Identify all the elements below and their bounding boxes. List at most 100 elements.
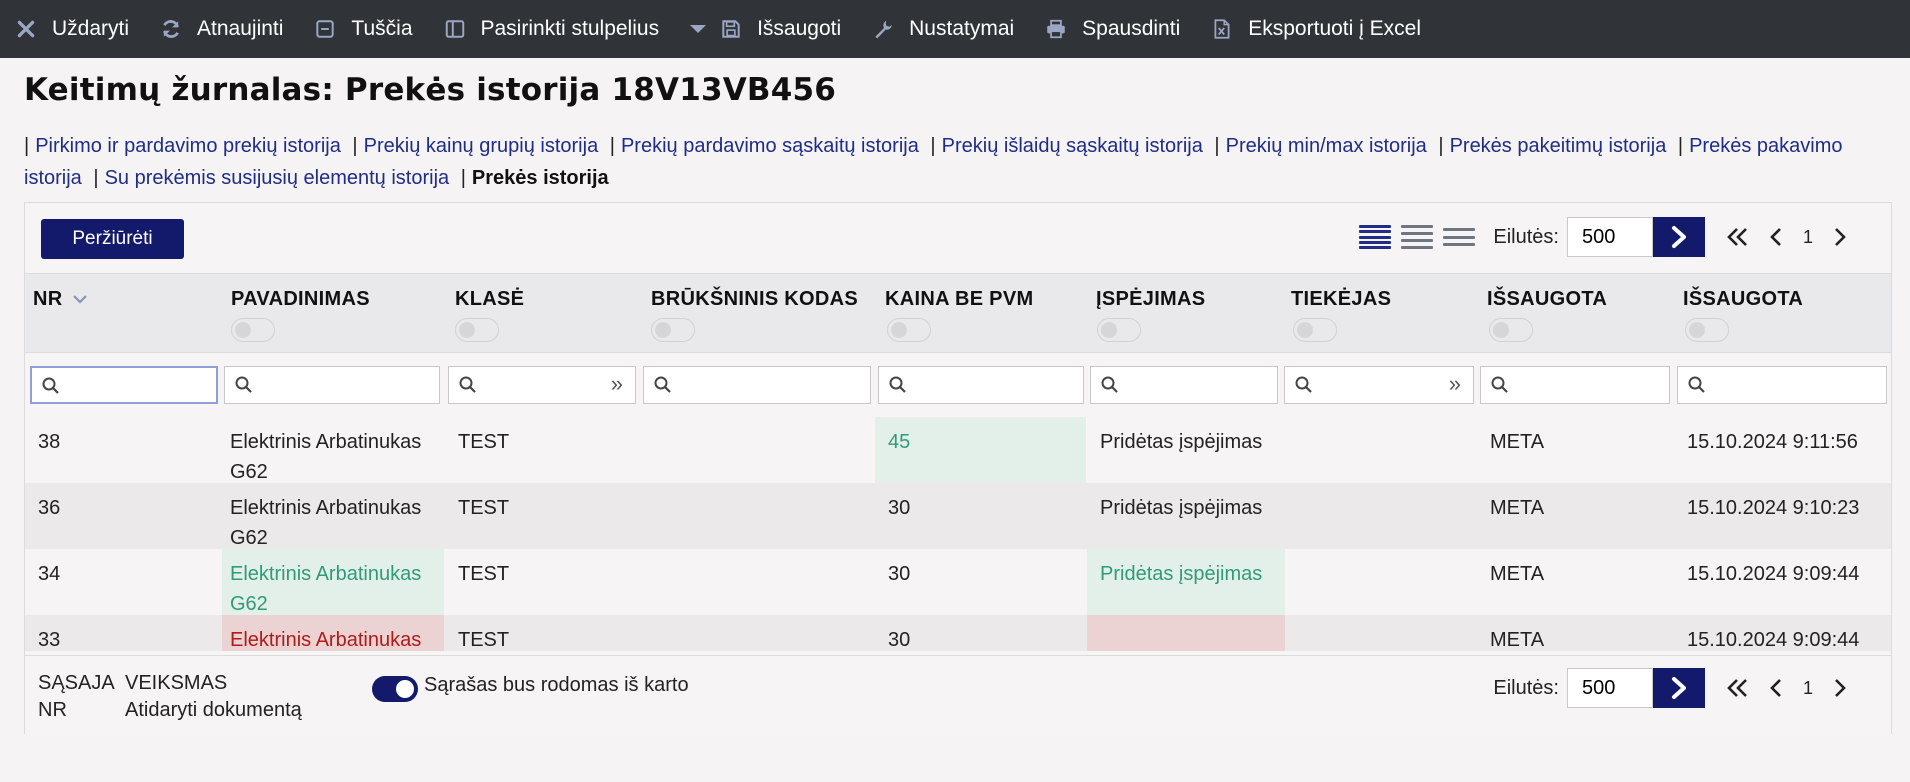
link-purchase-sales-history[interactable]: Pirkimo ir pardavimo prekių istorija [35, 135, 341, 157]
table-header: NR PAVADINIMAS KLASĖ BRŪKŠNINIS KODAS KA… [25, 273, 1891, 353]
filter-barcode-input[interactable] [643, 366, 871, 404]
toggle-class[interactable] [455, 318, 499, 342]
column-saved-at[interactable]: IŠSAUGOTA [1683, 288, 1803, 311]
filter-name-input[interactable] [224, 366, 440, 404]
link-sales-invoice-history[interactable]: Prekių pardavimo sąskaitų istorija [621, 135, 919, 157]
toggle-saved-at[interactable] [1685, 318, 1729, 342]
filter-price-input[interactable] [878, 366, 1084, 404]
link-expense-invoice-history[interactable]: Prekių išlaidų sąskaitų istorija [942, 135, 1203, 157]
show-list-immediately-toggle[interactable] [372, 676, 418, 702]
filter-saved-by-input[interactable] [1480, 366, 1670, 404]
cell-saved-by: META [1490, 431, 1545, 453]
cell-nr: 33 [38, 629, 61, 651]
columns-icon [443, 17, 467, 41]
table-row[interactable]: 38 Elektrinis Arbatinukas G62 TEST 45 Pr… [25, 417, 1891, 483]
choose-columns-button[interactable]: Pasirinkti stulpelius [443, 17, 659, 41]
refresh-icon [159, 17, 183, 41]
toggle-saved-by[interactable] [1489, 318, 1533, 342]
column-nr[interactable]: NR [33, 288, 88, 311]
export-excel-button[interactable]: Eksportuoti į Excel [1210, 17, 1421, 41]
compact-density-icon[interactable] [1359, 222, 1392, 252]
double-chevron-right-icon[interactable]: » [611, 371, 623, 397]
cell-price: 30 [888, 629, 911, 651]
toggle-barcode[interactable] [651, 318, 695, 342]
first-page-icon[interactable] [1727, 678, 1749, 698]
cell-saved-at: 15.10.2024 9:11:56 [1687, 431, 1858, 453]
current-link: Prekės istorija [471, 167, 609, 189]
cell-class: TEST [458, 629, 510, 651]
search-icon [42, 377, 59, 394]
chevron-right-icon [1671, 226, 1686, 248]
column-warning[interactable]: ĮSPĖJIMAS [1096, 288, 1205, 311]
toggle-price[interactable] [887, 318, 931, 342]
first-page-icon[interactable] [1727, 227, 1749, 247]
rows-per-page-input[interactable] [1566, 217, 1653, 257]
link-item-changes-history[interactable]: Prekės pakeitimų istorija [1450, 135, 1667, 157]
search-icon [1295, 376, 1312, 393]
search-icon [1491, 376, 1508, 393]
print-button[interactable]: Spausdinti [1044, 17, 1180, 41]
rows-per-page-input[interactable] [1566, 668, 1653, 708]
apply-rows-button[interactable] [1652, 668, 1705, 708]
toggle-warning[interactable] [1097, 318, 1141, 342]
filter-supplier-input[interactable]: » [1284, 366, 1474, 404]
column-saved-by[interactable]: IŠSAUGOTA [1487, 288, 1607, 311]
column-barcode[interactable]: BRŪKŠNINIS KODAS [651, 288, 858, 311]
table-row[interactable]: 34 Elektrinis Arbatinukas G62 TEST 30 Pr… [25, 549, 1891, 615]
filter-saved-at-input[interactable] [1677, 366, 1887, 404]
cell-name: Elektrinis Arbatinukas G62 [230, 497, 422, 549]
link-minmax-history[interactable]: Prekių min/max istorija [1226, 135, 1427, 157]
toolbar: Uždaryti Atnaujinti Tuščia Pasirinkti st… [0, 0, 1910, 58]
link-price-group-history[interactable]: Prekių kainų grupių istorija [364, 135, 599, 157]
density-switcher [1359, 222, 1476, 252]
filter-class-input[interactable]: » [448, 366, 636, 404]
normal-density-icon[interactable] [1401, 222, 1434, 252]
view-button[interactable]: Peržiūrėti [41, 219, 184, 259]
comfortable-density-icon[interactable] [1443, 222, 1476, 252]
table-row[interactable]: 33 Elektrinis Arbatinukas TEST 30 META 1… [25, 615, 1891, 651]
clear-button[interactable]: Tuščia [313, 17, 413, 41]
cell-nr: 36 [38, 497, 61, 519]
export-excel-label: Eksportuoti į Excel [1248, 17, 1421, 40]
filter-warning-input[interactable] [1090, 366, 1278, 404]
history-panel: Peržiūrėti Eilutės: 1 NR PAVAD [24, 202, 1892, 735]
prev-page-icon[interactable] [1769, 678, 1783, 698]
next-page-icon[interactable] [1833, 227, 1847, 247]
filter-nr-input[interactable] [30, 366, 218, 404]
save-button[interactable]: Išsaugoti [689, 17, 841, 41]
search-icon [459, 376, 476, 393]
legend-interface: SĄSAJA NR [38, 672, 115, 721]
bottom-pager: Eilutės: 1 [1493, 668, 1847, 708]
close-button[interactable]: Uždaryti [14, 17, 129, 41]
double-chevron-right-icon[interactable]: » [1449, 371, 1461, 397]
cell-warning [1087, 615, 1285, 651]
column-price[interactable]: KAINA BE PVM [885, 288, 1033, 311]
column-supplier[interactable]: TIEKĖJAS [1291, 288, 1391, 311]
toggle-name[interactable] [231, 318, 275, 342]
search-icon [889, 376, 906, 393]
filter-row: » » [25, 353, 1891, 417]
cell-saved-by: META [1490, 497, 1545, 519]
chevron-down-icon[interactable] [689, 23, 707, 35]
prev-page-icon[interactable] [1769, 227, 1783, 247]
wrench-icon [871, 17, 895, 41]
apply-rows-button[interactable] [1652, 217, 1705, 257]
next-page-icon[interactable] [1833, 678, 1847, 698]
cell-saved-at: 15.10.2024 9:10:23 [1687, 497, 1860, 519]
table-row[interactable]: 36 Elektrinis Arbatinukas G62 TEST 30 Pr… [25, 483, 1891, 549]
settings-button[interactable]: Nustatymai [871, 17, 1014, 41]
cell-name: Elektrinis Arbatinukas G62 [230, 431, 422, 483]
column-class[interactable]: KLASĖ [455, 288, 524, 311]
current-page: 1 [1802, 677, 1813, 698]
toggle-supplier[interactable] [1293, 318, 1337, 342]
search-icon [1688, 376, 1705, 393]
search-icon [1101, 376, 1118, 393]
cell-saved-at: 15.10.2024 9:09:44 [1687, 563, 1860, 585]
refresh-button[interactable]: Atnaujinti [159, 17, 283, 41]
link-related-elements-history[interactable]: Su prekėmis susijusių elementų istorija [105, 167, 450, 189]
current-page: 1 [1802, 226, 1813, 247]
cell-price: 30 [888, 563, 911, 585]
history-links: | Pirkimo ir pardavimo prekių istorija | P… [24, 135, 1843, 189]
show-list-immediately-label: Sąrašas bus rodomas iš karto [424, 674, 689, 696]
column-name[interactable]: PAVADINIMAS [231, 288, 370, 311]
